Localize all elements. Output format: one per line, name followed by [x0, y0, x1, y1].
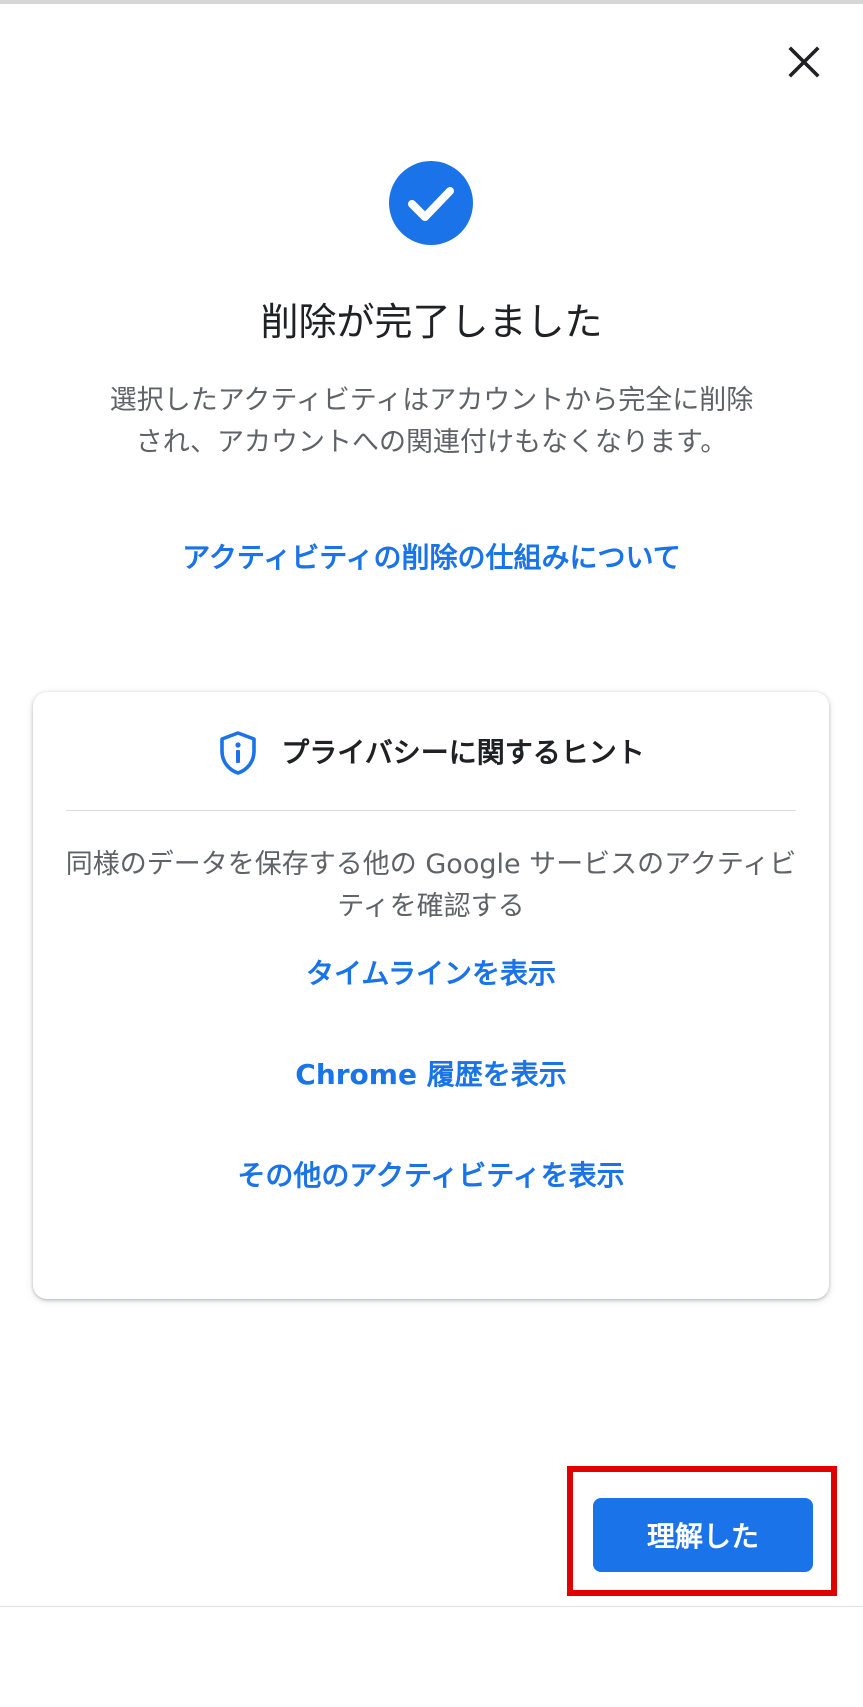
page-title: 削除が完了しました: [260, 300, 603, 344]
shield-info-icon: [220, 731, 257, 775]
top-border: [0, 0, 863, 4]
close-icon: [788, 46, 820, 78]
bottom-border: [0, 1606, 863, 1607]
deletion-description: 選択したアクティビティはアカウントから完全に削除され、アカウントへの関連付けもな…: [109, 385, 754, 458]
view-chrome-history-link[interactable]: Chrome 履歴を表示: [33, 1053, 829, 1097]
view-timeline-link[interactable]: タイムラインを表示: [33, 952, 829, 996]
view-other-activity-link[interactable]: その他のアクティビティを表示: [33, 1154, 829, 1198]
privacy-tips-title: プライバシーに関するヒント: [281, 736, 645, 769]
card-divider: [66, 810, 796, 811]
privacy-tips-card: プライバシーに関するヒント 同様のデータを保存する他の Google サービスの…: [33, 692, 829, 1299]
check-circle-icon: [389, 161, 473, 245]
understood-button[interactable]: 理解した: [593, 1498, 813, 1572]
close-button[interactable]: [778, 36, 830, 88]
learn-more-link[interactable]: アクティビティの削除の仕組みについて: [0, 536, 863, 580]
privacy-tips-header: プライバシーに関するヒント: [33, 722, 829, 784]
privacy-tips-description: 同様のデータを保存する他の Google サービスのアクティビティを確認する: [65, 849, 797, 922]
